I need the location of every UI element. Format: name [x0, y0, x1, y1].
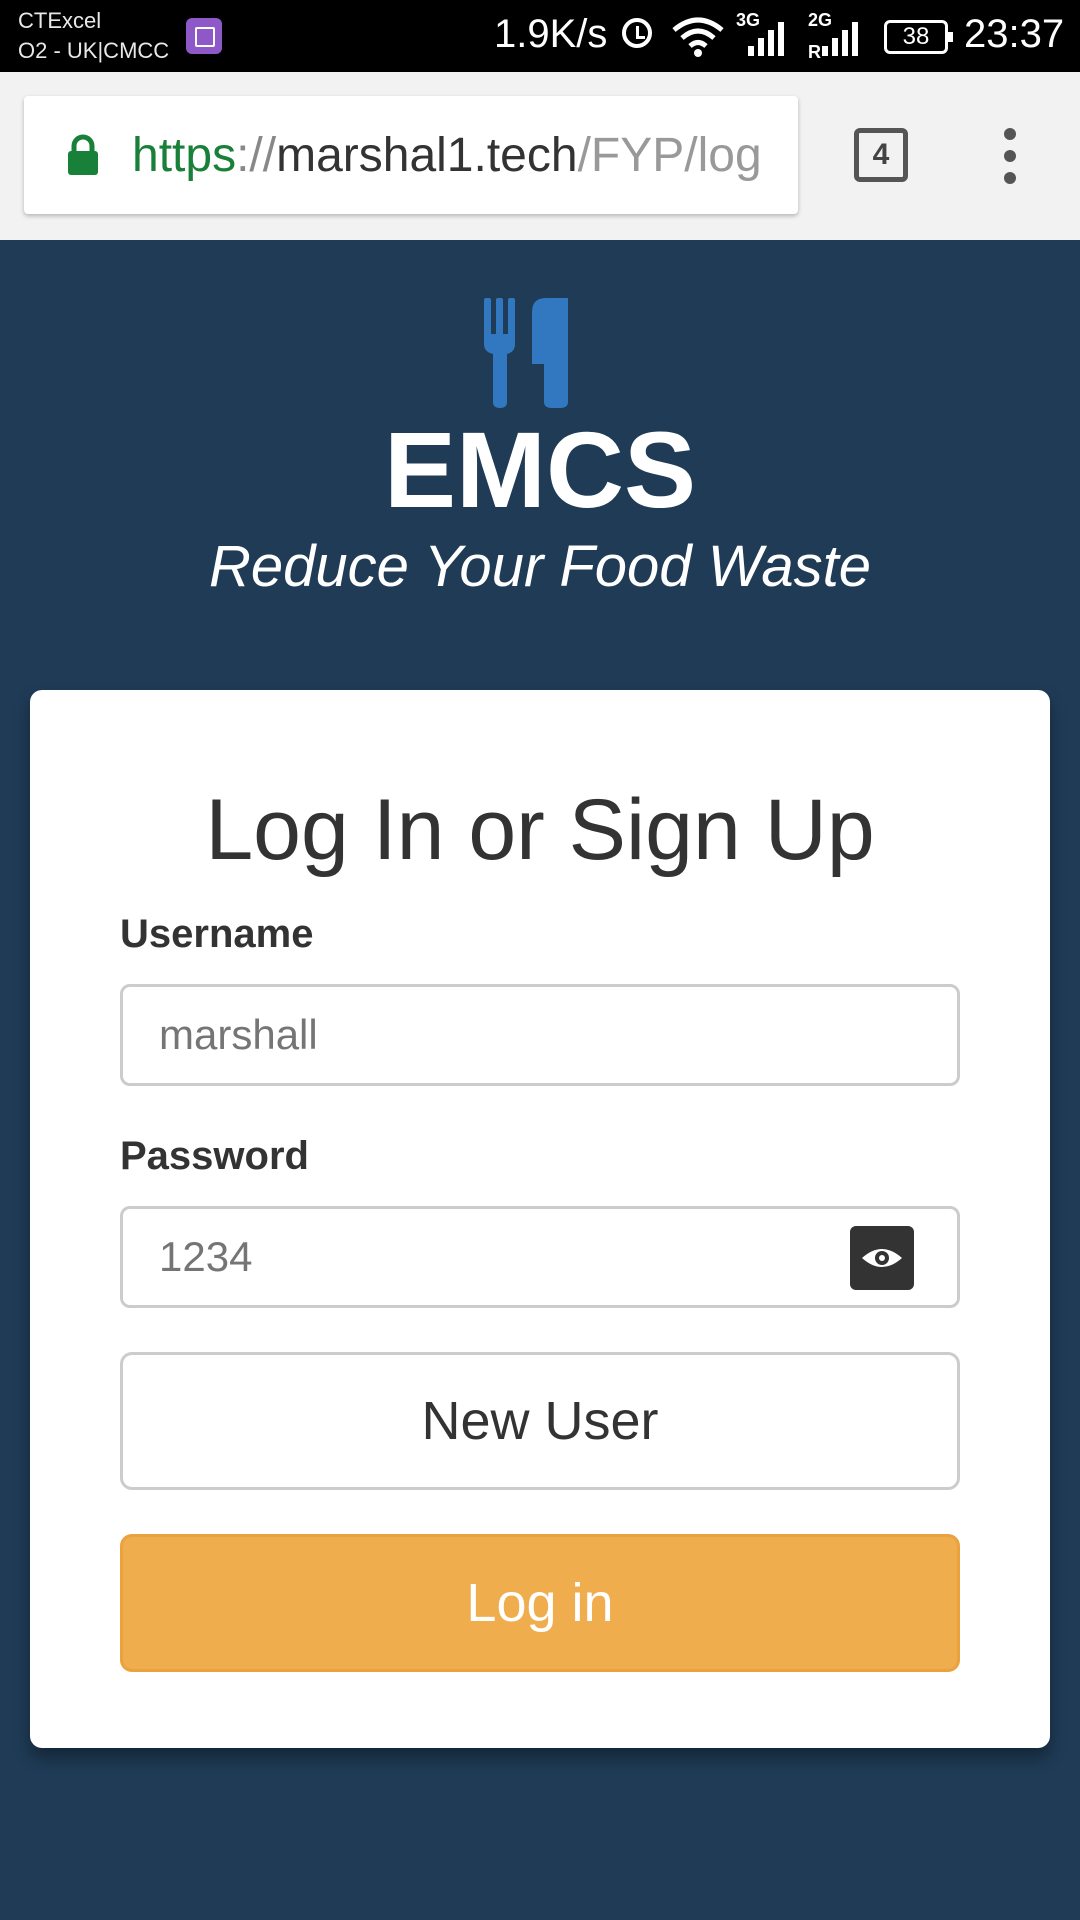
signal-strength-icon-2	[822, 16, 868, 56]
clock: 23:37	[964, 12, 1065, 56]
fork-knife-logo-icon	[484, 298, 568, 408]
url-separator: ://	[236, 129, 277, 182]
carrier-name: CTExcel	[18, 8, 102, 33]
status-bar: CTExcel O2 - UK|CMCC 1.9K/s 3G 2G R 38 2…	[0, 0, 1080, 72]
battery-icon: 38	[884, 20, 953, 54]
tab-switcher-button[interactable]: 4	[854, 128, 908, 182]
password-label: Password	[120, 1134, 309, 1178]
url-text[interactable]: https://marshal1.tech/FYP/log	[132, 126, 798, 186]
username-label: Username	[120, 912, 314, 956]
login-button[interactable]: Log in	[120, 1534, 960, 1672]
login-card: Log In or Sign Up Username Password New …	[30, 690, 1050, 1748]
browser-toolbar: https://marshal1.tech/FYP/log	[0, 72, 1080, 240]
eye-icon	[862, 1249, 902, 1267]
gallery-notification-icon	[186, 18, 222, 54]
app-tagline: Reduce Your Food Waste	[208, 534, 872, 599]
show-password-button[interactable]	[850, 1226, 914, 1290]
app-title: EMCS	[383, 409, 697, 530]
address-bar[interactable]: https://marshal1.tech/FYP/log	[24, 96, 798, 214]
signal-strength-icon	[748, 16, 794, 56]
password-input[interactable]	[120, 1206, 960, 1308]
alarm-icon	[622, 18, 652, 48]
lock-icon	[68, 134, 98, 175]
username-input[interactable]	[120, 984, 960, 1086]
url-host: marshal1.tech	[276, 129, 578, 182]
card-title: Log In or Sign Up	[205, 782, 875, 878]
network-speed: 1.9K/s	[494, 12, 608, 56]
carrier-info: CTExcel O2 - UK|CMCC	[18, 6, 169, 66]
new-user-button[interactable]: New User	[120, 1352, 960, 1490]
overflow-menu-icon[interactable]	[996, 128, 1024, 184]
wifi-icon	[672, 17, 724, 57]
url-path: /FYP/log	[577, 129, 762, 182]
roaming-label: R	[808, 42, 821, 62]
carrier-network: O2 - UK|CMCC	[18, 38, 170, 63]
url-scheme: https	[132, 129, 237, 182]
